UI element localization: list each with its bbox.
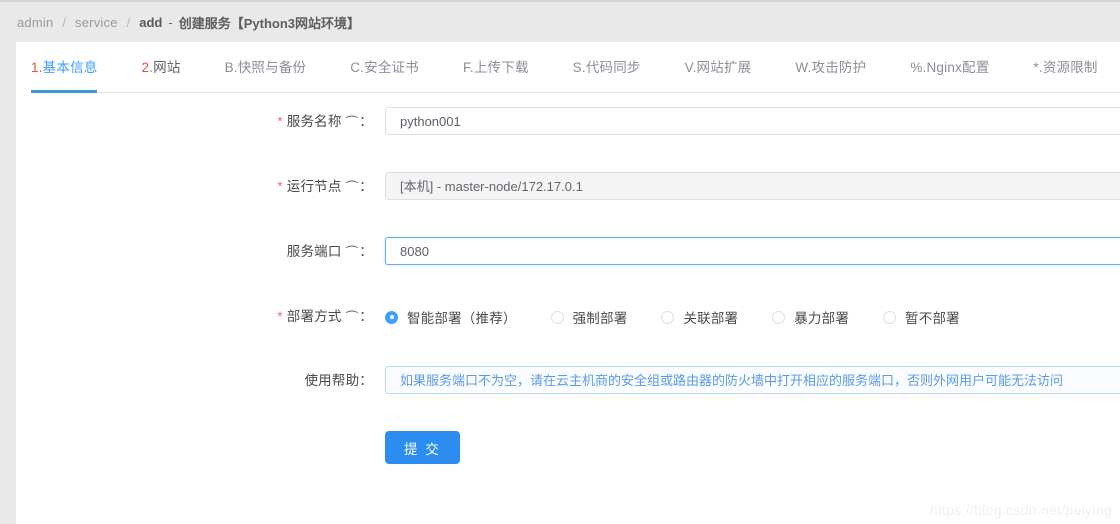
tab-number: %. bbox=[910, 59, 927, 75]
field-submit: 提 交 bbox=[385, 431, 1120, 464]
tab-label: 上传下载 bbox=[473, 59, 529, 75]
breadcrumb-item-service[interactable]: service bbox=[75, 15, 118, 30]
tab-label: 资源限制 bbox=[1042, 59, 1098, 75]
radio-dot-icon bbox=[883, 310, 897, 324]
form-row-deploy-mode: * 部署方式 ⏜： 智能部署（推荐） 强制部署 关联部署 暴力部署 暂不部署 bbox=[16, 302, 1120, 332]
label-text: 部署方式 bbox=[286, 309, 342, 324]
breadcrumb-dash: - bbox=[168, 14, 173, 30]
required-asterisk: * bbox=[277, 309, 283, 324]
label-text: 运行节点 bbox=[286, 179, 342, 194]
tab-number: V. bbox=[684, 59, 697, 75]
field-deploy-mode: 智能部署（推荐） 强制部署 关联部署 暴力部署 暂不部署 bbox=[385, 302, 1120, 332]
tab-snapshot-backup[interactable]: B.快照与备份 bbox=[225, 43, 307, 92]
field-service-port: 8080 bbox=[385, 237, 1120, 265]
service-form: * 服务名称 ⏜： python001 * 运行节点 ⏜： [本机] - master-… bbox=[16, 93, 1120, 464]
tab-code-sync[interactable]: S.代码同步 bbox=[573, 43, 641, 92]
tab-label: 快照与备份 bbox=[237, 59, 307, 75]
help-icon[interactable]: ⏜ bbox=[346, 108, 359, 138]
field-run-node: [本机] - master-node/172.17.0.1 bbox=[385, 172, 1120, 200]
label-colon: ： bbox=[359, 309, 373, 324]
submit-button[interactable]: 提 交 bbox=[385, 431, 460, 464]
label-colon: ： bbox=[359, 114, 373, 129]
label-service-port: 服务端口 ⏜： bbox=[16, 237, 385, 267]
label-colon: ： bbox=[359, 179, 373, 194]
form-row-submit: 提 交 bbox=[16, 431, 1120, 464]
help-icon[interactable]: ⏜ bbox=[346, 238, 359, 268]
radio-label: 强制部署 bbox=[572, 311, 628, 326]
label-deploy-mode: * 部署方式 ⏜： bbox=[16, 302, 385, 332]
radio-label: 智能部署（推荐） bbox=[407, 311, 517, 326]
radio-label: 关联部署 bbox=[683, 311, 739, 326]
service-name-input[interactable]: python001 bbox=[385, 107, 1120, 135]
tab-number: S. bbox=[572, 59, 586, 75]
tab-attack-protection[interactable]: W.攻击防护 bbox=[795, 43, 866, 92]
tab-basic-info[interactable]: 1.基本信息 bbox=[31, 43, 98, 93]
label-run-node: * 运行节点 ⏜： bbox=[16, 172, 385, 202]
tab-label: 攻击防护 bbox=[811, 59, 867, 75]
tab-number: W. bbox=[795, 59, 812, 75]
radio-dot-icon bbox=[661, 310, 675, 324]
tab-number: 2. bbox=[141, 59, 154, 75]
tab-number: C. bbox=[350, 59, 365, 75]
required-asterisk: * bbox=[277, 114, 283, 129]
tab-label: 网站 bbox=[153, 59, 181, 75]
label-text: 使用帮助 bbox=[304, 373, 360, 388]
field-usage-help: 如果服务端口不为空，请在云主机商的安全组或路由器的防火墙中打开相应的服务端口，否… bbox=[385, 366, 1120, 394]
radio-smart-deploy[interactable]: 智能部署（推荐） bbox=[385, 307, 517, 327]
radio-force-deploy[interactable]: 强制部署 bbox=[550, 307, 628, 327]
form-row-usage-help: 使用帮助： 如果服务端口不为空，请在云主机商的安全组或路由器的防火墙中打开相应的… bbox=[16, 366, 1120, 396]
service-port-input[interactable]: 8080 bbox=[385, 237, 1120, 265]
breadcrumb-page-title: 创建服务【Python3网站环境】 bbox=[178, 15, 361, 31]
label-colon: ： bbox=[359, 244, 373, 259]
label-colon: ： bbox=[359, 373, 373, 388]
tab-website-extension[interactable]: V.网站扩展 bbox=[685, 43, 752, 92]
radio-no-deploy[interactable]: 暂不部署 bbox=[883, 307, 960, 327]
tab-bar: 1.基本信息 2.网站 B.快照与备份 C.安全证书 F.上传下载 S.代码同步… bbox=[31, 42, 1120, 93]
breadcrumb-separator: / bbox=[126, 14, 131, 30]
tab-label: 安全证书 bbox=[364, 59, 419, 75]
radio-label: 暴力部署 bbox=[794, 311, 850, 326]
tab-label: 代码同步 bbox=[585, 59, 641, 75]
run-node-input[interactable]: [本机] - master-node/172.17.0.1 bbox=[385, 172, 1120, 200]
breadcrumb: admin / service / add - 创建服务【Python3网站环境… bbox=[0, 2, 1120, 42]
radio-associated-deploy[interactable]: 关联部署 bbox=[661, 307, 738, 327]
form-row-service-port: 服务端口 ⏜： 8080 bbox=[16, 237, 1120, 267]
deploy-mode-radio-group: 智能部署（推荐） 强制部署 关联部署 暴力部署 暂不部署 bbox=[385, 302, 1120, 332]
tab-website[interactable]: 2.网站 bbox=[141, 43, 180, 92]
tab-number: F. bbox=[462, 59, 474, 75]
label-text: 服务名称 bbox=[286, 114, 342, 129]
radio-dot-icon bbox=[772, 310, 786, 324]
breadcrumb-item-admin[interactable]: admin bbox=[17, 15, 53, 30]
radio-dot-icon bbox=[385, 310, 398, 324]
tab-number: *. bbox=[1033, 59, 1043, 75]
tab-nginx-config[interactable]: %.Nginx配置 bbox=[910, 43, 989, 92]
label-service-name: * 服务名称 ⏜： bbox=[16, 107, 385, 137]
radio-label: 暂不部署 bbox=[905, 311, 960, 326]
radio-dot-icon bbox=[550, 310, 564, 324]
form-row-service-name: * 服务名称 ⏜： python001 bbox=[16, 107, 1120, 137]
watermark: https://blog.csdn.net/puiying bbox=[929, 502, 1112, 518]
label-usage-help: 使用帮助： bbox=[16, 366, 385, 396]
tab-security-certificate[interactable]: C.安全证书 bbox=[350, 43, 419, 92]
breadcrumb-separator: / bbox=[62, 14, 67, 30]
required-asterisk: * bbox=[277, 179, 283, 194]
help-icon[interactable]: ⏜ bbox=[346, 173, 359, 203]
tab-label: 网站扩展 bbox=[696, 59, 752, 75]
radio-forceful-deploy[interactable]: 暴力部署 bbox=[772, 307, 849, 327]
usage-help-text: 如果服务端口不为空，请在云主机商的安全组或路由器的防火墙中打开相应的服务端口，否… bbox=[385, 366, 1120, 394]
form-row-run-node: * 运行节点 ⏜： [本机] - master-node/172.17.0.1 bbox=[16, 172, 1120, 202]
tab-number: 1. bbox=[31, 59, 43, 75]
tab-resource-limit[interactable]: *.资源限制 bbox=[1033, 43, 1097, 92]
tab-label: Nginx配置 bbox=[926, 59, 990, 75]
tab-label: 基本信息 bbox=[42, 59, 98, 75]
field-service-name: python001 bbox=[385, 107, 1120, 135]
help-icon[interactable]: ⏜ bbox=[346, 303, 359, 333]
tab-number: B. bbox=[224, 59, 238, 75]
breadcrumb-item-add: add bbox=[139, 14, 163, 30]
label-text: 服务端口 bbox=[286, 244, 342, 259]
tab-upload-download[interactable]: F.上传下载 bbox=[463, 43, 529, 92]
content-card: 1.基本信息 2.网站 B.快照与备份 C.安全证书 F.上传下载 S.代码同步… bbox=[16, 42, 1120, 524]
